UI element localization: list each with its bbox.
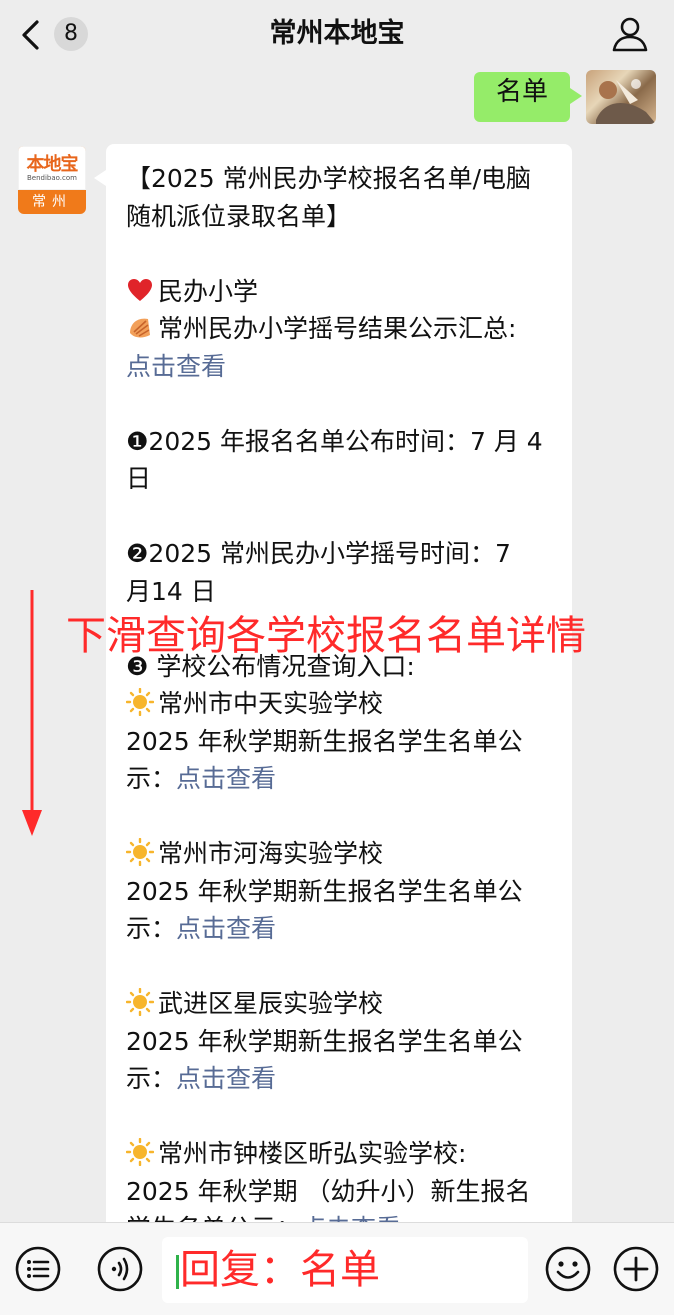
profile-button[interactable]	[610, 14, 650, 58]
school-name: 武进区星辰实验学校	[126, 985, 556, 1023]
school-desc: 2025 年秋学期新生报名学生名单公	[126, 876, 523, 906]
account-city: 常州	[32, 194, 72, 210]
shell-icon	[130, 318, 150, 338]
list-icon	[15, 1246, 61, 1292]
sun-icon	[126, 838, 154, 866]
incoming-message: 【2025 常州民办学校报名名单/电脑 随机派位录取名单】 民办小学 常州民办小…	[94, 144, 572, 1244]
input-text: 回复：名单	[180, 1247, 380, 1293]
sun-icon	[126, 688, 154, 716]
chat-header: 常州本地宝 8	[0, 0, 674, 70]
input-bar: 回复：名单	[0, 1222, 674, 1315]
message-title-line2: 随机派位录取名单】	[126, 201, 352, 231]
item2-line1: ❷2025 常州民办小学摇号时间：7	[126, 539, 511, 568]
sun-icon	[126, 988, 154, 1016]
school-name: 常州市中天实验学校	[126, 685, 556, 723]
item1-line2: 日	[126, 464, 152, 493]
section-heading: 民办小学	[126, 273, 556, 311]
chat-title: 常州本地宝	[269, 18, 405, 49]
plus-icon	[613, 1246, 659, 1292]
smile-icon	[545, 1246, 591, 1292]
school-link[interactable]: 点击查看	[176, 1064, 276, 1093]
scroll-down-arrow	[22, 590, 42, 836]
voice-icon	[97, 1246, 143, 1292]
summary-line: 常州民办小学摇号结果公示汇总:	[126, 310, 556, 348]
message-input[interactable]: 回复：名单	[162, 1237, 528, 1303]
school-name: 常州市河海实验学校	[126, 835, 556, 873]
summary-link[interactable]: 点击查看	[126, 352, 226, 381]
chevron-left-icon	[22, 20, 39, 50]
school-desc: 2025 年秋学期新生报名学生名单公	[126, 1026, 523, 1056]
scroll-hint: 下滑查询各学校报名名单详情	[66, 613, 586, 659]
message-body: 【2025 常州民办学校报名名单/电脑 随机派位录取名单】 民办小学 常州民办小…	[126, 160, 556, 1248]
account-avatar[interactable]: 本地宝 Bendibao.com 常州	[18, 146, 86, 214]
menu-button[interactable]	[14, 1245, 62, 1293]
user-avatar[interactable]	[586, 70, 656, 124]
school-link[interactable]: 点击查看	[176, 764, 276, 793]
voice-button[interactable]	[96, 1245, 144, 1293]
person-icon	[612, 17, 648, 52]
text-caret	[176, 1255, 179, 1289]
account-logo: 本地宝	[26, 154, 79, 175]
heart-icon	[128, 278, 152, 301]
plus-button[interactable]	[612, 1245, 660, 1293]
section-label: 民办小学	[158, 276, 259, 306]
school-name: 常州市钟楼区昕弘实验学校:	[126, 1135, 556, 1173]
school-link[interactable]: 点击查看	[176, 914, 276, 943]
emoji-button[interactable]	[544, 1245, 592, 1293]
outgoing-message[interactable]: 名单	[474, 72, 582, 122]
item1-line1: ❶2025 年报名名单公布时间：7 月 4	[126, 426, 543, 456]
school-desc: 2025 年秋学期 （幼升小）新生报名	[126, 1176, 531, 1206]
outgoing-text: 名单	[495, 77, 548, 107]
account-url: Bendibao.com	[26, 174, 77, 182]
item2-line2: 月14 日	[126, 576, 216, 606]
back-button[interactable]: 8	[20, 14, 90, 54]
school-desc: 2025 年秋学期新生报名学生名单公	[126, 726, 523, 756]
sun-icon	[126, 1138, 154, 1166]
summary-label: 常州民办小学摇号结果公示汇总:	[158, 314, 517, 343]
unread-badge: 8	[54, 17, 88, 51]
message-title-line1: 【2025 常州民办学校报名名单/电脑	[126, 164, 531, 193]
